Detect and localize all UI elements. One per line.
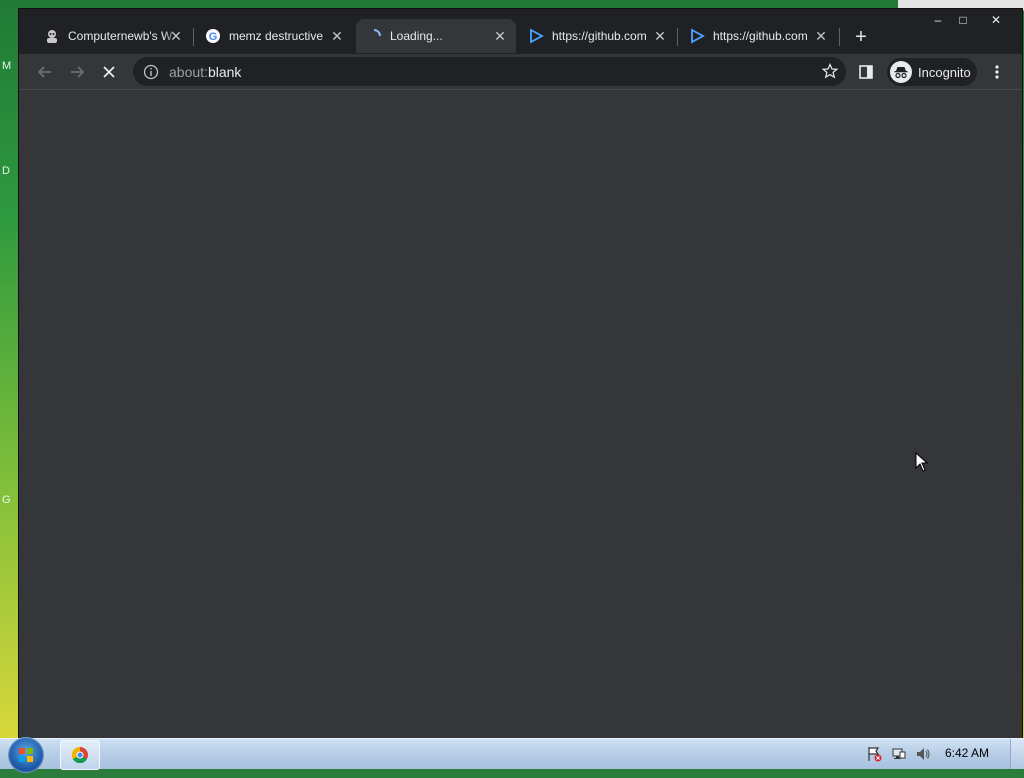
forward-button[interactable] <box>65 60 89 84</box>
cat-user-icon <box>44 28 60 44</box>
tab[interactable]: https://github.com ✕ <box>679 19 837 53</box>
incognito-profile-button[interactable]: Incognito <box>887 58 977 86</box>
taskbar-chrome-button[interactable] <box>60 740 100 770</box>
desktop-icon-label[interactable]: D <box>2 165 10 177</box>
side-panel-button[interactable] <box>854 60 878 84</box>
play-triangle-icon <box>528 28 544 44</box>
tab[interactable]: https://github.com ✕ <box>518 19 676 53</box>
page-content[interactable] <box>19 90 1022 738</box>
svg-text:G: G <box>209 31 218 43</box>
tab-strip: Computernewb's W ✕ G memz destructive ✕ … <box>19 9 1022 54</box>
tab-title: https://github.com <box>552 29 647 43</box>
stop-x-icon <box>103 66 115 78</box>
arrow-right-icon <box>71 66 85 78</box>
tab-close-icon[interactable]: ✕ <box>168 28 184 44</box>
tab-title: Loading... <box>390 29 443 43</box>
tab-active[interactable]: Loading... ✕ <box>356 19 516 53</box>
menu-button[interactable] <box>985 60 1009 84</box>
maximize-button[interactable]: □ <box>952 11 974 29</box>
spinner-icon <box>366 28 382 44</box>
taskbar: 6:42 AM <box>0 737 1024 773</box>
address-bar[interactable]: about: blank <box>133 57 846 86</box>
browser-toolbar: about: blank Incognito <box>19 54 1022 90</box>
new-tab-button[interactable]: + <box>849 26 873 50</box>
tab-close-icon[interactable]: ✕ <box>652 28 668 44</box>
side-panel-icon <box>859 65 873 79</box>
stop-loading-button[interactable] <box>97 60 121 84</box>
desktop-icon-label[interactable]: G <box>2 494 11 506</box>
browser-window: Computernewb's W ✕ G memz destructive ✕ … <box>19 9 1022 738</box>
arrow-left-icon <box>37 66 51 78</box>
tab-close-icon[interactable]: ✕ <box>813 28 829 44</box>
minimize-button[interactable]: – <box>927 11 949 29</box>
tab-close-icon[interactable]: ✕ <box>492 28 508 44</box>
volume-icon[interactable] <box>915 746 931 762</box>
close-window-button[interactable]: ✕ <box>985 11 1007 29</box>
play-triangle-icon <box>689 28 705 44</box>
tab-separator <box>193 28 194 46</box>
taskbar-clock[interactable]: 6:42 AM <box>945 746 989 760</box>
action-center-flag-icon[interactable] <box>866 746 882 762</box>
url-path: blank <box>207 63 242 80</box>
google-icon: G <box>205 28 221 44</box>
tab[interactable]: Computernewb's W ✕ <box>34 19 192 53</box>
tab-title: https://github.com <box>713 29 808 43</box>
back-button[interactable] <box>33 60 57 84</box>
show-desktop-button[interactable] <box>1010 739 1024 769</box>
chrome-icon <box>71 746 88 764</box>
star-icon[interactable] <box>821 63 839 79</box>
tab-title: Computernewb's W <box>68 29 173 43</box>
url-scheme: about: <box>169 63 208 80</box>
desktop-icon-label[interactable]: M <box>2 60 11 72</box>
kebab-menu-icon <box>995 65 999 79</box>
profile-label: Incognito <box>918 64 971 80</box>
network-icon[interactable] <box>891 746 907 762</box>
info-icon[interactable] <box>143 64 159 80</box>
mouse-cursor-icon <box>915 452 929 472</box>
incognito-icon <box>890 61 912 83</box>
tab-title: memz destructive <box>229 29 324 43</box>
tab-separator <box>839 28 840 46</box>
tab[interactable]: G memz destructive ✕ <box>195 19 353 53</box>
tab-separator <box>677 28 678 46</box>
tab-close-icon[interactable]: ✕ <box>329 28 345 44</box>
